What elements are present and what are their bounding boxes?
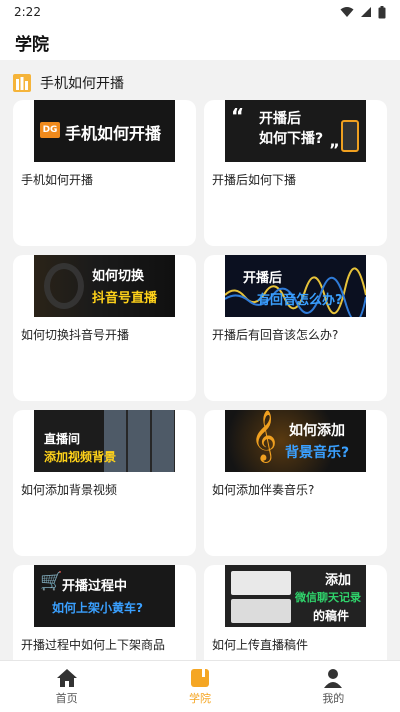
card-title: 如何添加背景视频 xyxy=(21,483,118,497)
tab-home[interactable]: 首页 xyxy=(0,661,133,712)
lesson-card[interactable]: 如何切换 抖音号直播 如何切换抖音号开播 xyxy=(13,255,196,401)
profile-icon xyxy=(324,668,343,688)
thumb-text: 添加视频背景 xyxy=(44,450,117,464)
lesson-thumbnail: 𝄞 如何添加 背景音乐? xyxy=(225,410,366,472)
thumb-text: 有回音怎么办? xyxy=(257,293,343,308)
phone-graphic xyxy=(341,120,359,152)
wifi-icon xyxy=(340,7,354,17)
battery-icon xyxy=(378,5,386,18)
academy-icon xyxy=(190,668,209,687)
thumb-text: 的稿件 xyxy=(313,609,350,623)
section-bars-icon xyxy=(13,74,31,92)
thumb-text: 如何下播? xyxy=(259,131,324,147)
section-title: 手机如何开播 xyxy=(40,76,124,92)
music-note-icon: 𝄞 xyxy=(251,410,278,461)
lesson-card[interactable]: 𝄞 如何添加 背景音乐? 如何添加伴奏音乐? xyxy=(204,410,387,556)
status-time: 2:22 xyxy=(14,5,41,19)
card-title: 如何上传直播稿件 xyxy=(212,638,309,652)
lesson-thumbnail: 开播后 有回音怎么办? xyxy=(225,255,366,317)
thumb-text: 抖音号直播 xyxy=(92,291,158,306)
page-title: 学院 xyxy=(15,34,49,55)
lesson-card[interactable]: DG 手机如何开播 手机如何开播 xyxy=(13,100,196,246)
lesson-card[interactable]: 直播间 添加视频背景 如何添加背景视频 xyxy=(13,410,196,556)
shopping-cart-icon: 🛒 xyxy=(40,571,63,592)
lesson-thumbnail: “ 开播后 如何下播? ” xyxy=(225,100,366,162)
card-title: 如何添加伴奏音乐? xyxy=(212,483,315,497)
brand-logo: DG xyxy=(40,122,60,138)
thumb-text: 如何添加 xyxy=(289,423,345,439)
section-header: 手机如何开播 xyxy=(0,66,400,100)
status-icons xyxy=(340,5,386,19)
quote-icon: ” xyxy=(329,140,340,159)
lesson-thumbnail: 直播间 添加视频背景 xyxy=(34,410,175,472)
tab-profile[interactable]: 我的 xyxy=(267,661,400,712)
thumb-text: 如何切换 xyxy=(92,269,145,284)
thumb-text: 添加 xyxy=(325,573,352,588)
tiktok-logo xyxy=(44,263,84,309)
quote-icon: “ xyxy=(231,104,245,128)
thumb-text: 背景音乐? xyxy=(285,445,350,461)
card-title: 如何切换抖音号开播 xyxy=(21,328,130,342)
thumb-text: 手机如何开播 xyxy=(65,124,162,143)
thumb-text: 微信聊天记录 xyxy=(295,591,361,604)
card-title: 开播后有回音该怎么办? xyxy=(212,328,339,342)
thumb-text: 如何上架小黄车? xyxy=(52,601,143,615)
thumb-text: 开播过程中 xyxy=(62,579,128,594)
thumb-text: 开播后 xyxy=(243,271,283,286)
status-bar: 2:22 xyxy=(0,0,400,24)
lesson-thumbnail: DG 手机如何开播 xyxy=(34,100,175,162)
home-icon xyxy=(56,668,77,687)
tab-label: 首页 xyxy=(55,691,78,705)
lesson-card[interactable]: “ 开播后 如何下播? ” 开播后如何下播 xyxy=(204,100,387,246)
document-graphic xyxy=(231,571,291,595)
lesson-thumbnail: 如何切换 抖音号直播 xyxy=(34,255,175,317)
card-title: 开播过程中如何上下架商品 xyxy=(21,638,166,652)
thumb-text: 直播间 xyxy=(44,432,81,446)
signal-icon xyxy=(361,7,371,17)
thumb-text: 开播后 xyxy=(259,111,301,127)
tab-label: 我的 xyxy=(322,691,345,705)
tab-label: 学院 xyxy=(188,691,211,705)
document-graphic xyxy=(231,599,291,623)
lesson-thumbnail: 🛒 开播过程中 如何上架小黄车? xyxy=(34,565,175,627)
card-title: 手机如何开播 xyxy=(21,173,94,187)
app-header: 学院 xyxy=(0,24,400,60)
lesson-card[interactable]: 开播后 有回音怎么办? 开播后有回音该怎么办? xyxy=(204,255,387,401)
lesson-thumbnail: 添加 微信聊天记录 的稿件 xyxy=(225,565,366,627)
tab-academy[interactable]: 学院 xyxy=(133,661,266,712)
card-title: 开播后如何下播 xyxy=(212,173,297,187)
bottom-tab-bar: 首页 学院 我的 xyxy=(0,660,400,712)
